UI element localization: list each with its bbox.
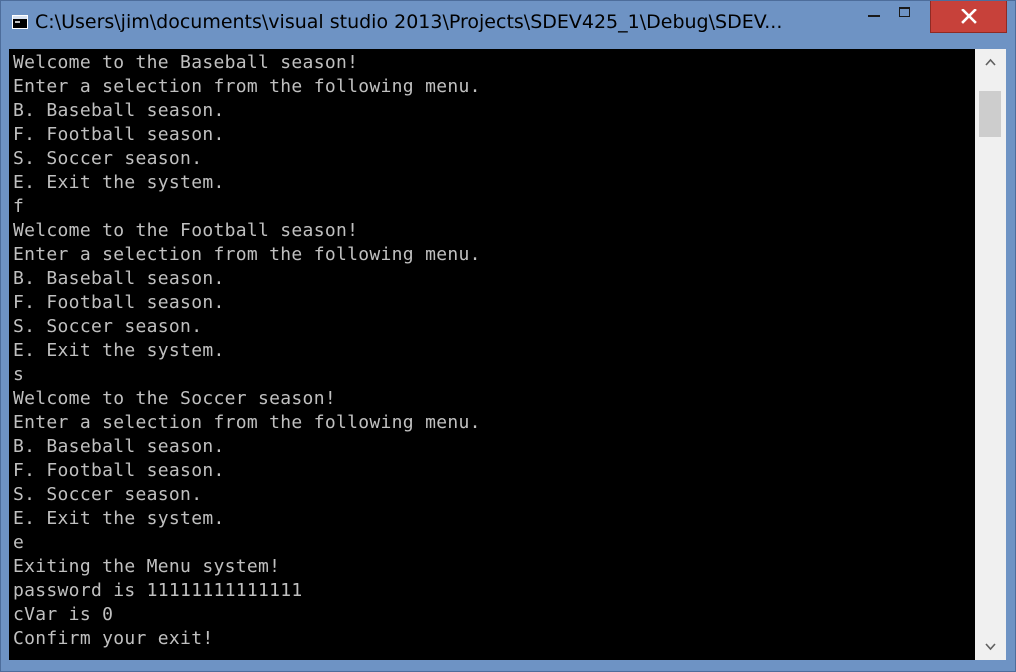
console-window: C:\Users\jim\documents\visual studio 201… <box>0 0 1016 672</box>
console-line: cVar is 0 <box>13 604 114 625</box>
scroll-up-button[interactable] <box>975 49 1006 75</box>
console-line: S. Soccer season. <box>13 316 203 337</box>
console-line: Confirm your exit! <box>13 628 214 649</box>
console-line: S. Soccer season. <box>13 148 203 169</box>
console-line: S. Soccer season. <box>13 484 203 505</box>
console-line: F. Football season. <box>13 460 225 481</box>
window-title: C:\Users\jim\documents\visual studio 201… <box>35 11 783 33</box>
console-line: Welcome to the Football season! <box>13 220 359 241</box>
console-area[interactable]: Welcome to the Baseball season! Enter a s… <box>9 49 1006 660</box>
vertical-scrollbar[interactable] <box>975 49 1006 660</box>
console-line: E. Exit the system. <box>13 508 225 529</box>
chevron-down-icon <box>985 643 996 651</box>
maximize-button[interactable] <box>890 1 920 26</box>
close-button[interactable] <box>930 1 1007 33</box>
console-line: Welcome to the Soccer season! <box>13 388 336 409</box>
console-app-icon[interactable] <box>12 15 28 29</box>
scroll-thumb[interactable] <box>979 91 1001 137</box>
console-line: E. Exit the system. <box>13 172 225 193</box>
console-line: Exiting the Menu system! <box>13 556 281 577</box>
console-line: Welcome to the Baseball season! <box>13 52 359 73</box>
scroll-down-button[interactable] <box>975 634 1006 660</box>
minimize-button[interactable] <box>859 1 889 26</box>
console-line: B. Baseball season. <box>13 100 225 121</box>
title-bar[interactable]: C:\Users\jim\documents\visual studio 201… <box>1 1 1015 42</box>
scroll-track[interactable] <box>975 75 1006 634</box>
console-line: F. Football season. <box>13 124 225 145</box>
console-line: B. Baseball season. <box>13 268 225 289</box>
console-line: s <box>13 364 25 385</box>
console-line: B. Baseball season. <box>13 436 225 457</box>
console-output: Welcome to the Baseball season! Enter a s… <box>13 51 973 659</box>
chevron-up-icon <box>985 58 996 66</box>
console-line: Enter a selection from the following men… <box>13 76 481 97</box>
console-line: e <box>13 532 25 553</box>
console-line: Enter a selection from the following men… <box>13 412 481 433</box>
console-line: F. Football season. <box>13 292 225 313</box>
close-icon <box>961 9 977 24</box>
console-line: Enter a selection from the following men… <box>13 244 481 265</box>
console-line: f <box>13 196 25 217</box>
console-line: E. Exit the system. <box>13 340 225 361</box>
console-line: password is 11111111111111 <box>13 580 303 601</box>
